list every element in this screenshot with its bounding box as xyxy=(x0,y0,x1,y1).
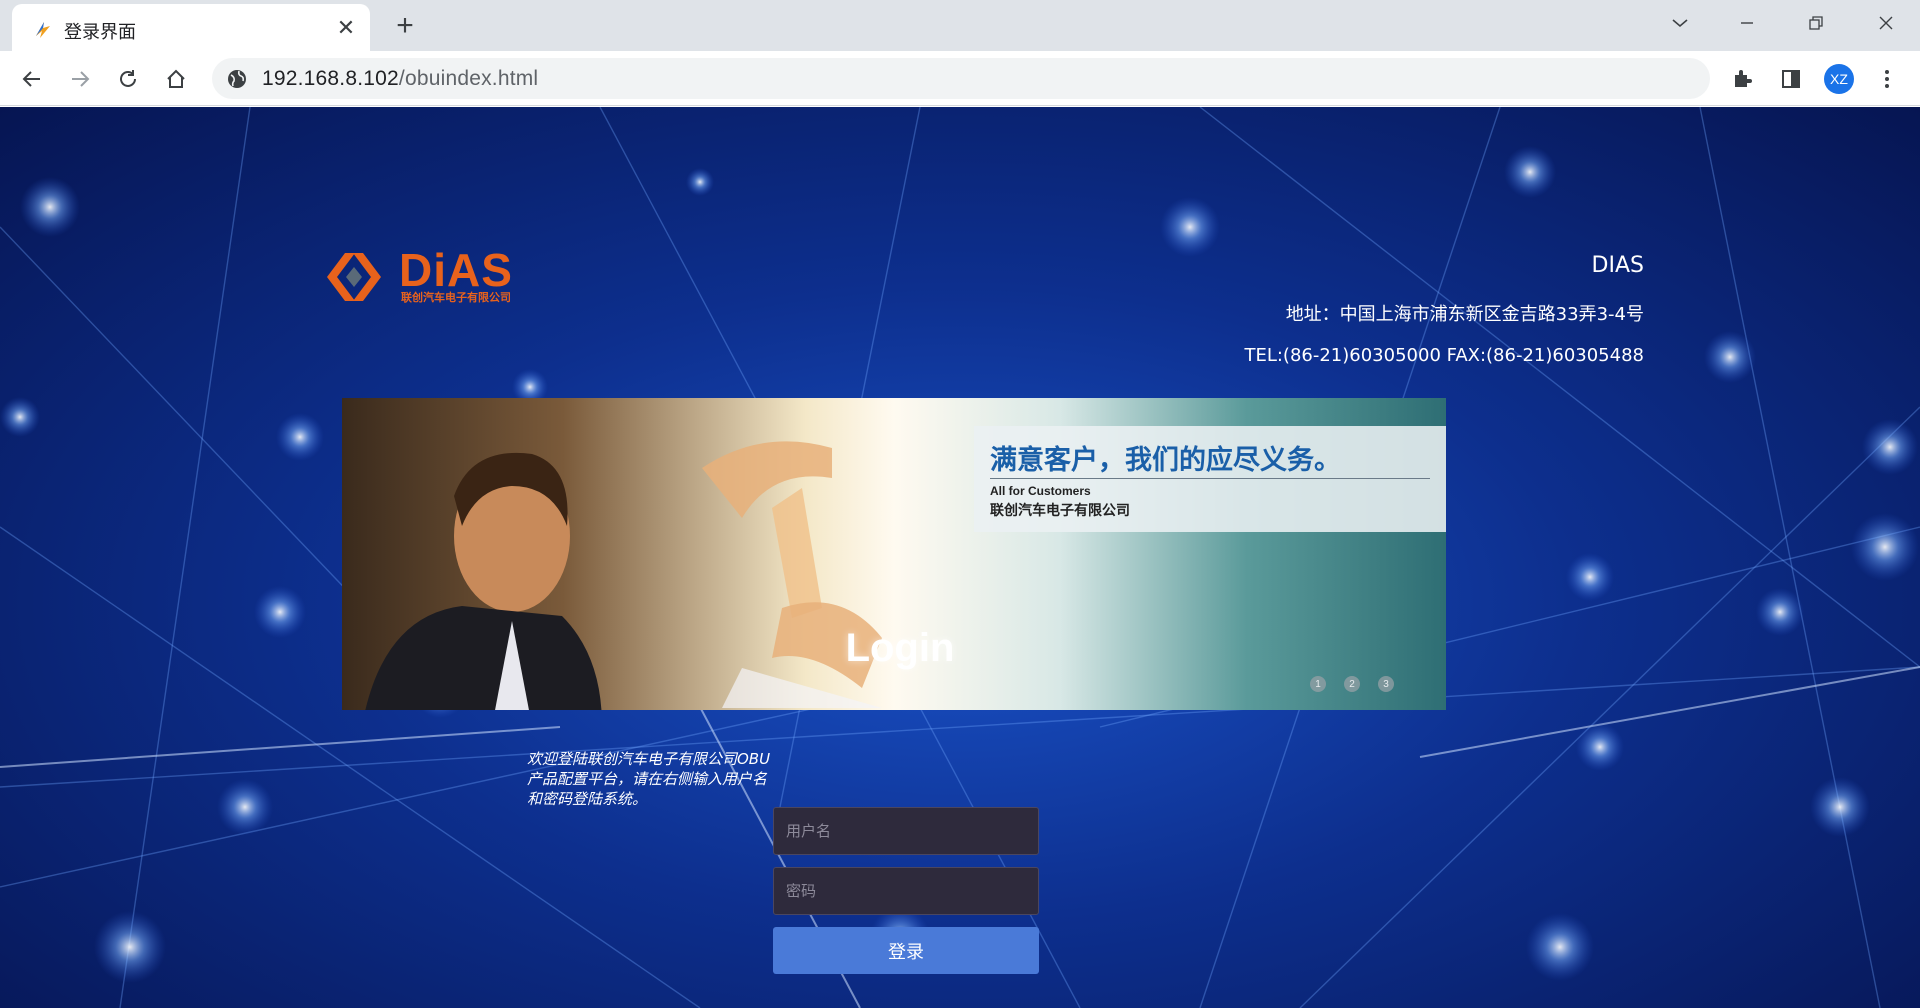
forward-arrow-icon[interactable] xyxy=(64,63,96,95)
banner-headline: 满意客户，我们的应尽义务。 xyxy=(990,445,1341,476)
tab-title: 登录界面 xyxy=(64,22,136,43)
side-panel-icon[interactable] xyxy=(1776,64,1806,94)
extensions-puzzle-icon[interactable] xyxy=(1728,64,1758,94)
new-tab-button[interactable]: + xyxy=(390,11,420,41)
restore-button[interactable] xyxy=(1796,8,1836,38)
tab-search-chevron-icon[interactable] xyxy=(1660,8,1700,38)
username-input[interactable] xyxy=(773,807,1039,855)
banner-pagination: 1 2 3 xyxy=(1310,676,1394,692)
browser-tab-bar: 登录界面 ✕ + xyxy=(0,0,1920,51)
company-name: DIAS xyxy=(1591,253,1644,278)
back-arrow-icon[interactable] xyxy=(16,63,48,95)
banner-dot-2[interactable]: 2 xyxy=(1344,676,1360,692)
banner-caption: 满意客户，我们的应尽义务。 All for Customers 联创汽车电子有限… xyxy=(974,426,1446,532)
company-tel-fax: TEL:(86-21)60305000 FAX:(86-21)60305488 xyxy=(1244,345,1644,366)
tab-close-button[interactable]: ✕ xyxy=(334,15,358,40)
globe-icon[interactable] xyxy=(226,68,248,90)
login-button[interactable]: 登录 xyxy=(773,927,1039,974)
address-bar[interactable]: 192.168.8.102/obuindex.html xyxy=(212,58,1710,99)
url-text[interactable]: 192.168.8.102/obuindex.html xyxy=(262,67,538,91)
favicon-icon xyxy=(36,22,50,38)
profile-avatar[interactable]: XZ xyxy=(1824,64,1854,94)
close-window-button[interactable] xyxy=(1866,8,1906,38)
browser-tab[interactable]: 登录界面 ✕ xyxy=(12,4,370,51)
banner-dot-1[interactable]: 1 xyxy=(1310,676,1326,692)
welcome-text: 欢迎登陆联创汽车电子有限公司OBU产品配置平台，请在右侧输入用户名和密码登陆系统… xyxy=(527,750,771,808)
password-input[interactable] xyxy=(773,867,1039,915)
logo-subtext: 联创汽车电子有限公司 xyxy=(401,291,511,304)
kebab-menu-icon[interactable] xyxy=(1872,64,1902,94)
url-path: /obuindex.html xyxy=(398,67,539,90)
company-info: DIAS 地址：中国上海市浦东新区金吉路33弄3-4号 TEL:(86-21)6… xyxy=(1244,253,1644,366)
banner-dot-3[interactable]: 3 xyxy=(1378,676,1394,692)
dias-logo: DiAS 联创汽车电子有限公司 xyxy=(325,244,545,309)
banner-divider xyxy=(990,478,1430,479)
home-icon[interactable] xyxy=(160,63,192,95)
banner-subtitle-en: All for Customers xyxy=(990,484,1091,498)
browser-toolbar: 192.168.8.102/obuindex.html XZ xyxy=(0,51,1920,106)
reload-icon[interactable] xyxy=(112,63,144,95)
banner-subtitle-cn: 联创汽车电子有限公司 xyxy=(990,503,1130,519)
minimize-button[interactable] xyxy=(1727,8,1767,38)
url-host: 192.168.8.102 xyxy=(262,67,399,90)
login-page: DiAS 联创汽车电子有限公司 DIAS 地址：中国上海市浦东新区金吉路33弄3… xyxy=(0,107,1920,1008)
login-title: Login xyxy=(845,626,955,670)
company-address: 地址：中国上海市浦东新区金吉路33弄3-4号 xyxy=(1285,304,1644,325)
